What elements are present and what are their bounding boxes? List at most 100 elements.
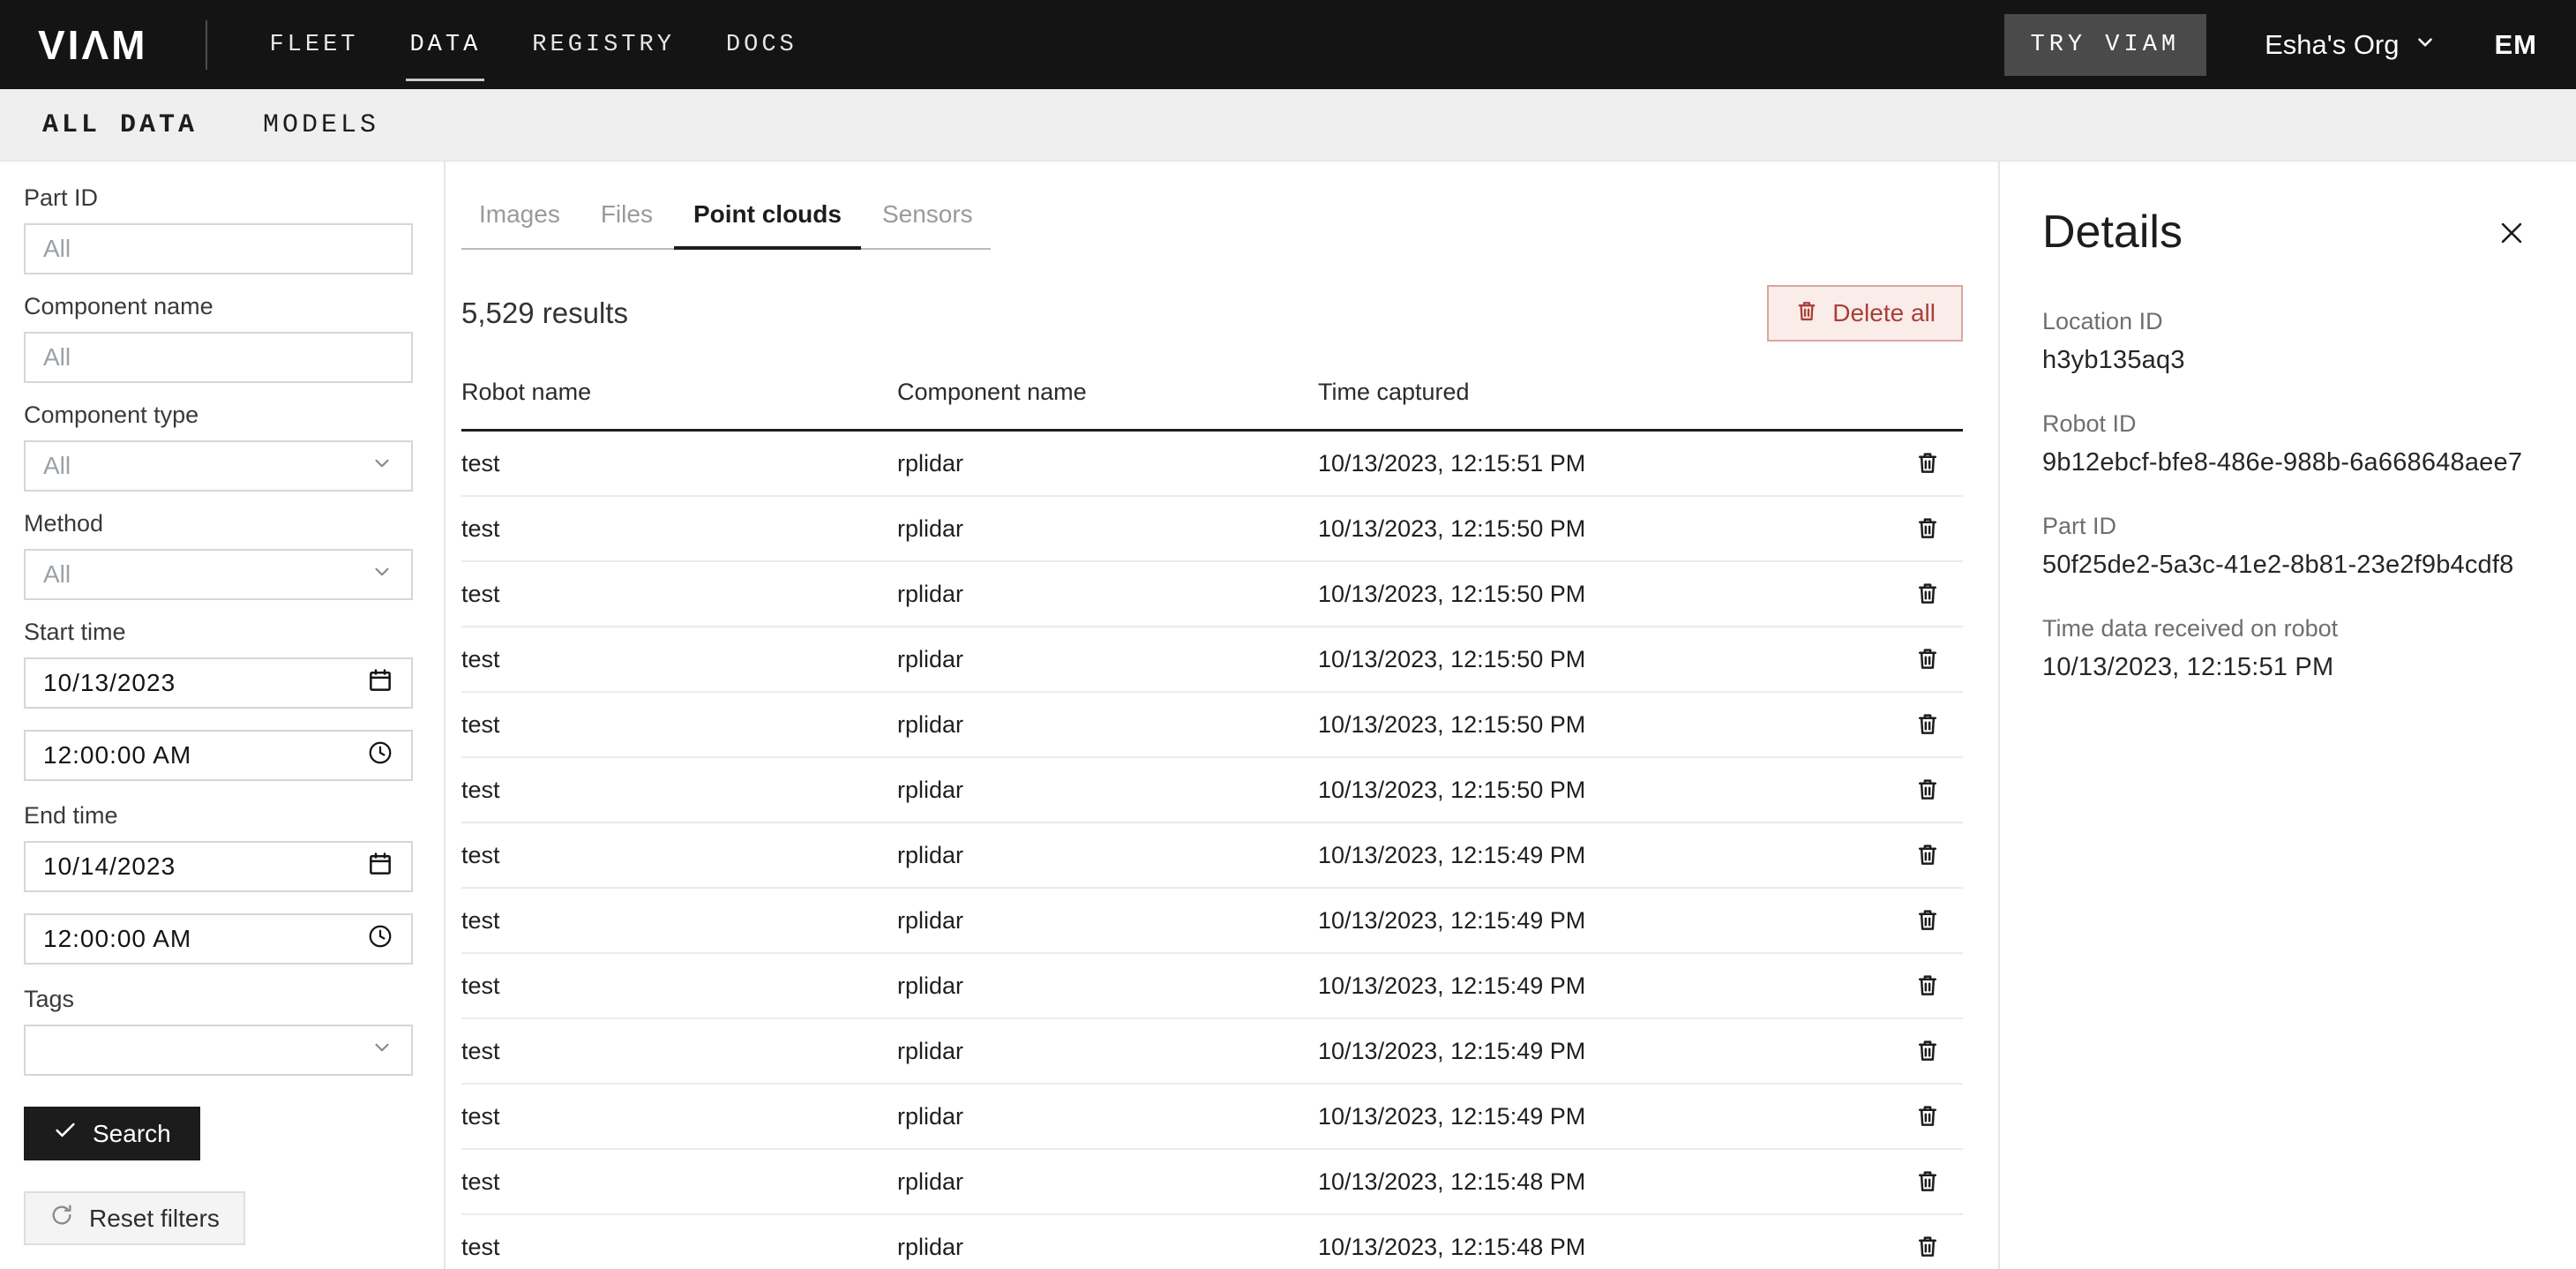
part-id-label: Part ID (24, 184, 413, 212)
cell-component-name: rplidar (897, 581, 1318, 608)
row-delete-button[interactable] (1914, 514, 1941, 544)
row-delete-button[interactable] (1914, 1168, 1941, 1197)
start-date-input[interactable]: 10/13/2023 (24, 657, 413, 709)
trash-icon (1914, 906, 1941, 935)
clock-icon[interactable] (367, 740, 393, 772)
start-time-input[interactable]: 12:00:00 AM (24, 730, 413, 781)
table-row[interactable]: test rplidar 10/13/2023, 12:15:50 PM (461, 627, 1963, 693)
row-delete-button[interactable] (1914, 645, 1941, 674)
delete-all-button[interactable]: Delete all (1767, 285, 1963, 342)
table-row[interactable]: test rplidar 10/13/2023, 12:15:49 PM (461, 1019, 1963, 1085)
search-button[interactable]: Search (24, 1107, 200, 1160)
row-delete-button[interactable] (1914, 972, 1941, 1001)
component-type-select[interactable]: All (24, 440, 413, 492)
trash-icon (1914, 449, 1941, 478)
component-name-input[interactable] (24, 332, 413, 383)
table-row[interactable]: test rplidar 10/13/2023, 12:15:50 PM (461, 693, 1963, 758)
cell-component-name: rplidar (897, 515, 1318, 543)
nav-link-registry[interactable]: REGISTRY (532, 32, 675, 58)
method-value: All (43, 560, 71, 589)
table-row[interactable]: test rplidar 10/13/2023, 12:15:51 PM (461, 432, 1963, 497)
calendar-icon[interactable] (367, 667, 393, 700)
tab-all-data[interactable]: ALL DATA (42, 110, 198, 140)
row-delete-button[interactable] (1914, 1102, 1941, 1131)
cell-robot-name: test (461, 581, 897, 608)
row-delete-button[interactable] (1914, 906, 1941, 935)
nav-link-data[interactable]: DATA (409, 32, 481, 58)
filters-sidebar: Part ID Component name Component type Al… (0, 161, 446, 1269)
table-row[interactable]: test rplidar 10/13/2023, 12:15:49 PM (461, 1085, 1963, 1150)
table-row[interactable]: test rplidar 10/13/2023, 12:15:49 PM (461, 889, 1963, 954)
cell-robot-name: test (461, 1234, 897, 1261)
row-delete-button[interactable] (1914, 1037, 1941, 1066)
tags-select[interactable] (24, 1025, 413, 1076)
delete-all-label: Delete all (1832, 299, 1936, 327)
nav-link-docs[interactable]: DOCS (726, 32, 798, 58)
chevron-down-icon (371, 1036, 393, 1065)
table-row[interactable]: test rplidar 10/13/2023, 12:15:48 PM (461, 1150, 1963, 1215)
part-id-input[interactable] (24, 223, 413, 274)
top-nav: VIΛM FLEET DATA REGISTRY DOCS TRY VIAM E… (0, 0, 2576, 89)
method-select[interactable]: All (24, 549, 413, 600)
tab-files[interactable]: Files (601, 200, 653, 229)
cell-time-captured: 10/13/2023, 12:15:50 PM (1318, 646, 1892, 673)
nav-divider (206, 20, 207, 70)
reset-filters-button[interactable]: Reset filters (24, 1191, 245, 1245)
row-delete-button[interactable] (1914, 449, 1941, 478)
tab-sensors[interactable]: Sensors (882, 200, 973, 229)
filter-end-time: End time 10/14/2023 12:00:00 AM (24, 802, 413, 965)
cell-time-captured: 10/13/2023, 12:15:49 PM (1318, 1103, 1892, 1130)
cell-time-captured: 10/13/2023, 12:15:50 PM (1318, 515, 1892, 543)
row-delete-button[interactable] (1914, 710, 1941, 740)
component-type-label: Component type (24, 402, 413, 429)
row-delete-button[interactable] (1914, 580, 1941, 609)
org-dropdown[interactable]: Esha's Org (2265, 29, 2436, 61)
table-row[interactable]: test rplidar 10/13/2023, 12:15:50 PM (461, 758, 1963, 823)
cell-component-name: rplidar (897, 842, 1318, 869)
clock-icon[interactable] (367, 923, 393, 956)
cell-component-name: rplidar (897, 450, 1318, 477)
try-viam-button[interactable]: TRY VIAM (2004, 14, 2207, 76)
close-icon[interactable] (2497, 218, 2527, 248)
details-title: Details (2042, 206, 2541, 259)
user-avatar[interactable]: EM (2495, 29, 2538, 61)
cell-robot-name: test (461, 777, 897, 804)
cell-time-captured: 10/13/2023, 12:15:49 PM (1318, 842, 1892, 869)
location-id-label: Location ID (2042, 308, 2541, 335)
detail-time-received: Time data received on robot 10/13/2023, … (2042, 615, 2541, 682)
reset-filters-label: Reset filters (89, 1205, 220, 1233)
calendar-icon[interactable] (367, 851, 393, 883)
cell-component-name: rplidar (897, 777, 1318, 804)
table-row[interactable]: test rplidar 10/13/2023, 12:15:50 PM (461, 497, 1963, 562)
end-time-input[interactable]: 12:00:00 AM (24, 913, 413, 965)
cell-component-name: rplidar (897, 1234, 1318, 1261)
sub-nav: ALL DATA MODELS (0, 89, 2576, 161)
table-header: Robot name Component name Time captured (461, 379, 1963, 432)
table-row[interactable]: test rplidar 10/13/2023, 12:15:48 PM (461, 1215, 1963, 1269)
trash-icon (1914, 1233, 1941, 1262)
viam-logo[interactable]: VIΛM (38, 21, 147, 69)
table-row[interactable]: test rplidar 10/13/2023, 12:15:49 PM (461, 954, 1963, 1019)
trash-icon (1794, 298, 1819, 329)
table-row[interactable]: test rplidar 10/13/2023, 12:15:49 PM (461, 823, 1963, 889)
cell-robot-name: test (461, 1038, 897, 1065)
search-button-label: Search (93, 1120, 171, 1148)
table-row[interactable]: test rplidar 10/13/2023, 12:15:50 PM (461, 562, 1963, 627)
results-header: 5,529 results Delete all (461, 285, 1963, 342)
trash-icon (1914, 841, 1941, 870)
cell-time-captured: 10/13/2023, 12:15:49 PM (1318, 1038, 1892, 1065)
cell-robot-name: test (461, 711, 897, 739)
tab-images[interactable]: Images (479, 200, 560, 229)
tab-point-clouds[interactable]: Point clouds (693, 200, 842, 229)
tab-models[interactable]: MODELS (263, 110, 379, 140)
filter-component-name: Component name (24, 293, 413, 383)
cell-robot-name: test (461, 907, 897, 935)
end-date-input[interactable]: 10/14/2023 (24, 841, 413, 892)
nav-link-fleet[interactable]: FLEET (269, 32, 358, 58)
filter-tags: Tags (24, 986, 413, 1076)
tags-label: Tags (24, 986, 413, 1013)
row-delete-button[interactable] (1914, 1233, 1941, 1262)
row-delete-button[interactable] (1914, 841, 1941, 870)
row-delete-button[interactable] (1914, 776, 1941, 805)
filter-part-id: Part ID (24, 184, 413, 274)
